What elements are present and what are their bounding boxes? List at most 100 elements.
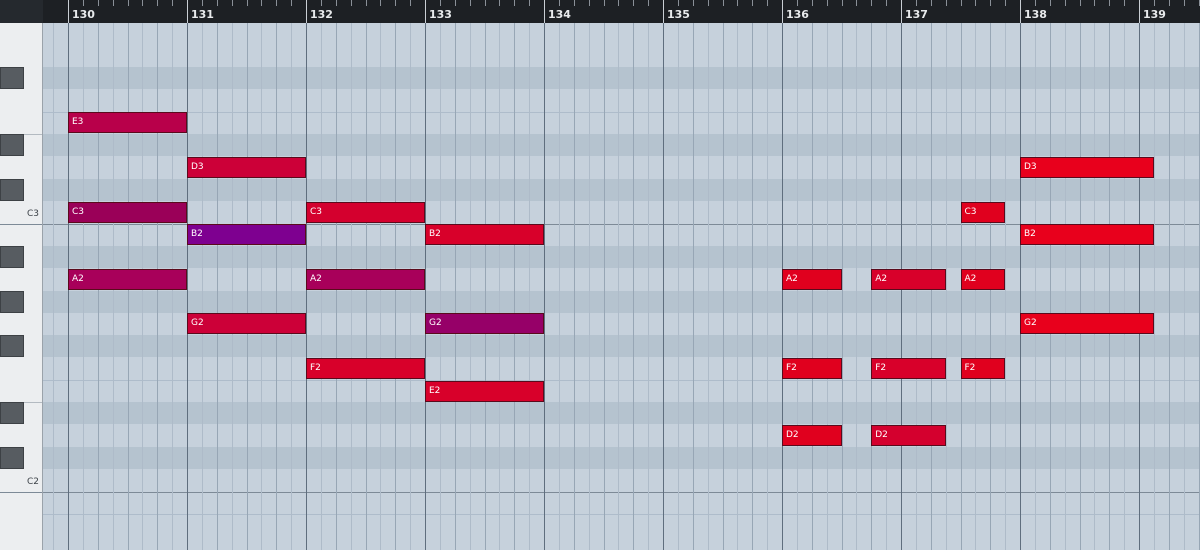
grid-line — [1079, 23, 1081, 550]
midi-note-d3[interactable]: D3 — [1020, 157, 1154, 179]
grid-line — [1168, 23, 1170, 550]
octave-label: C2 — [26, 477, 39, 488]
bar-line — [425, 23, 426, 550]
midi-note-a2[interactable]: A2 — [306, 268, 425, 290]
grid-line — [484, 23, 486, 550]
ruler-sub-tick — [157, 0, 159, 6]
black-key[interactable] — [0, 335, 24, 358]
grid-line — [841, 23, 843, 550]
midi-note-f2[interactable]: F2 — [871, 358, 946, 380]
ruler-sub-tick — [707, 0, 709, 6]
grid-line — [514, 23, 516, 550]
grid-line — [1094, 23, 1096, 550]
grid-line — [945, 23, 947, 550]
ruler-sub-tick — [826, 0, 828, 6]
ruler-sub-tick — [1109, 0, 1111, 6]
ruler-sub-tick — [558, 0, 560, 6]
ruler-sub-tick — [127, 0, 129, 6]
black-key[interactable] — [0, 245, 24, 268]
midi-note-b2[interactable]: B2 — [425, 224, 544, 246]
black-key[interactable] — [0, 134, 24, 157]
ruler-bar-label[interactable]: 138 — [1024, 8, 1047, 21]
grid-line — [1109, 23, 1111, 550]
ruler-sub-tick — [603, 0, 605, 6]
ruler-sub-tick — [201, 0, 203, 6]
ruler-sub-tick — [231, 0, 233, 6]
ruler-sub-tick — [335, 0, 337, 6]
ruler-bar-label[interactable]: 136 — [786, 8, 809, 21]
ruler-sub-tick — [618, 0, 620, 6]
ruler-sub-tick — [97, 0, 99, 6]
octave-label: C3 — [26, 209, 39, 220]
midi-note-c3[interactable]: C3 — [306, 201, 425, 223]
ruler-bar-label[interactable]: 137 — [905, 8, 928, 21]
piano-keyboard[interactable]: C3 C2 — [0, 23, 43, 550]
bar-line — [1139, 23, 1140, 550]
midi-note-c3[interactable]: C3 — [68, 201, 187, 223]
midi-note-a2[interactable]: A2 — [871, 268, 946, 290]
grid-line — [752, 23, 754, 550]
ruler-bar-label[interactable]: 134 — [548, 8, 571, 21]
timeline-ruler[interactable]: 130 131 132 133 134 135 136 137 138 139 — [0, 0, 1200, 23]
midi-note-a2[interactable]: A2 — [960, 268, 1006, 290]
midi-note-e2[interactable]: E2 — [425, 380, 544, 402]
black-key[interactable] — [0, 178, 24, 201]
ruler-sub-tick — [1153, 0, 1155, 6]
ruler-sub-tick — [350, 0, 352, 6]
midi-note-d2[interactable]: D2 — [782, 425, 842, 447]
midi-note-b2[interactable]: B2 — [187, 224, 306, 246]
ruler-bar-label[interactable]: 139 — [1143, 8, 1166, 21]
grid-line — [499, 23, 501, 550]
midi-note-f2[interactable]: F2 — [782, 358, 842, 380]
midi-note-g2[interactable]: G2 — [187, 313, 306, 335]
black-key[interactable] — [0, 447, 24, 470]
midi-note-e3[interactable]: E3 — [68, 112, 187, 134]
ruler-sub-tick — [1094, 0, 1096, 6]
ruler-sub-tick — [1198, 0, 1200, 6]
grid-line — [1153, 23, 1155, 550]
midi-note-a2[interactable]: A2 — [782, 268, 842, 290]
black-key[interactable] — [0, 402, 24, 425]
midi-note-f2[interactable]: F2 — [306, 358, 425, 380]
ruler-bar-label[interactable]: 133 — [429, 8, 452, 21]
ruler-sub-tick — [484, 0, 486, 6]
ruler-sub-tick — [439, 0, 441, 6]
grid-line — [737, 23, 739, 550]
black-key[interactable] — [0, 67, 24, 90]
ruler-bar-label[interactable]: 132 — [310, 8, 333, 21]
midi-note-d2[interactable]: D2 — [871, 425, 946, 447]
ruler-bar-label[interactable]: 130 — [72, 8, 95, 21]
bar-line — [187, 23, 188, 550]
ruler-bar-tick — [68, 0, 69, 23]
grid-line — [588, 23, 590, 550]
grid-line — [201, 23, 203, 550]
midi-note-a2[interactable]: A2 — [68, 268, 187, 290]
ruler-sub-tick — [1183, 0, 1185, 6]
grid-line — [573, 23, 575, 550]
ruler-sub-tick — [142, 0, 144, 6]
octave-separator — [0, 491, 42, 493]
grid-line — [246, 23, 248, 550]
piano-roll-grid[interactable]: E3 C3 A2 D3 B2 G2 C3 A2 F2 B2 G2 E2 A2 F2 D2 A2 F2 D2 C3 A2… — [43, 23, 1200, 550]
midi-note-f2[interactable]: F2 — [960, 358, 1006, 380]
ruler-bar-label[interactable]: 131 — [191, 8, 214, 21]
grid-line — [454, 23, 456, 550]
midi-note-c3[interactable]: C3 — [960, 201, 1006, 223]
bar-line — [544, 23, 545, 550]
black-key[interactable] — [0, 290, 24, 313]
ruler-sub-tick — [1049, 0, 1051, 6]
grid-line — [276, 23, 278, 550]
midi-note-b2[interactable]: B2 — [1020, 224, 1154, 246]
ruler-bar-label[interactable]: 135 — [667, 8, 690, 21]
ruler-sub-tick — [648, 0, 650, 6]
grid-line — [558, 23, 560, 550]
midi-note-d3[interactable]: D3 — [187, 157, 306, 179]
ruler-bar-tick — [782, 0, 783, 23]
midi-note-g2[interactable]: G2 — [425, 313, 544, 335]
ruler-sub-tick — [677, 0, 679, 6]
midi-note-g2[interactable]: G2 — [1020, 313, 1154, 335]
ruler-sub-tick — [172, 0, 174, 6]
ruler-sub-tick — [246, 0, 248, 6]
ruler-bar-tick — [544, 0, 545, 23]
ruler-bar-tick — [1139, 0, 1140, 23]
